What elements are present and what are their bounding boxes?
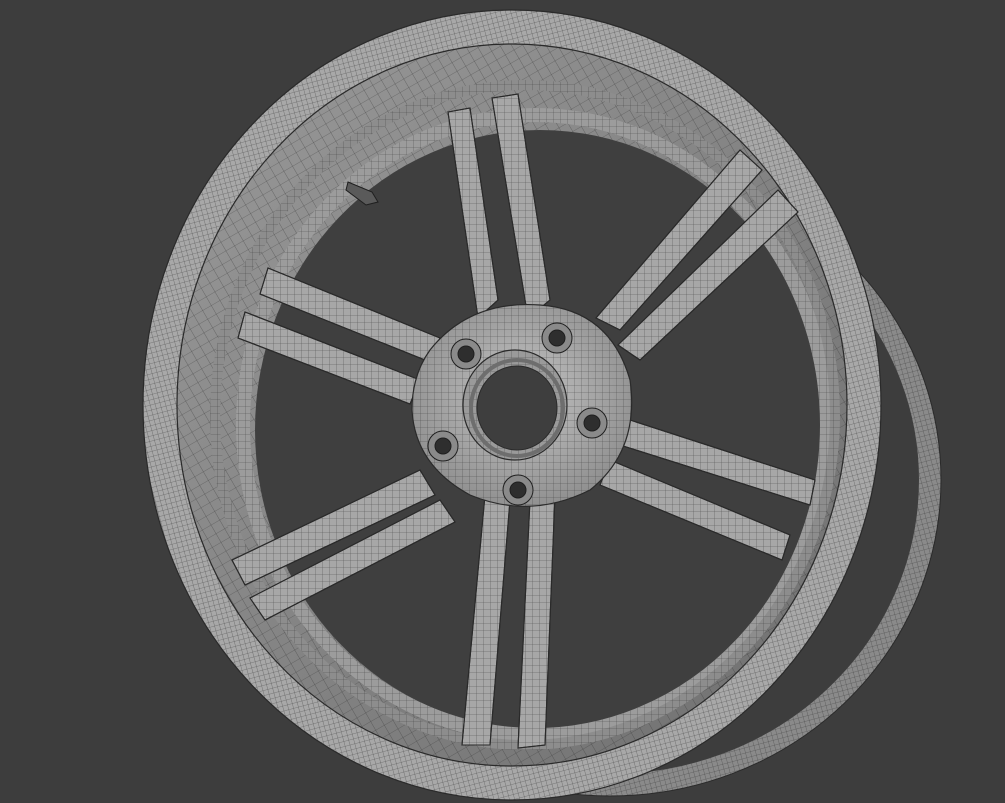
lug-nut-4	[502, 474, 534, 506]
lug-nut-3	[576, 407, 608, 439]
wheel-model[interactable]	[0, 0, 1005, 803]
lug-nut-5	[427, 430, 459, 462]
3d-viewport[interactable]	[0, 0, 1005, 803]
lug-nut-2	[541, 322, 573, 354]
lug-nut-1	[450, 338, 482, 370]
